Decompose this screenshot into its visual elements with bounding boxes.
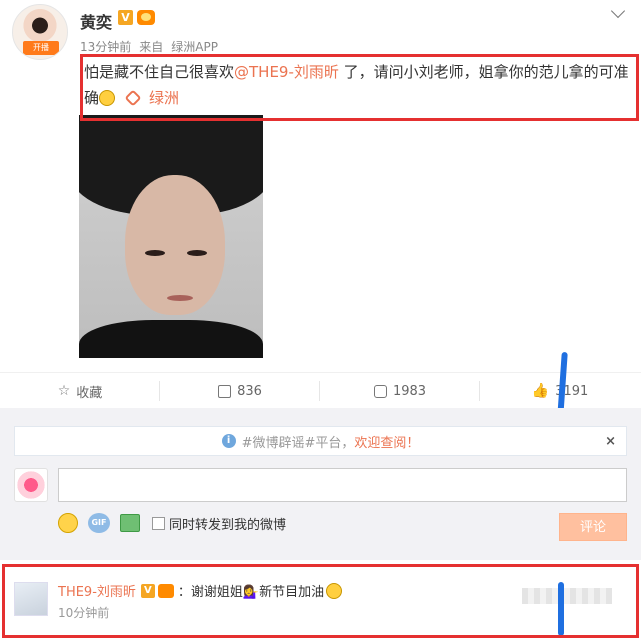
source-prefix: 来自 — [139, 40, 164, 54]
repost-count: 836 — [237, 383, 262, 399]
gif-icon[interactable]: GIF — [88, 513, 110, 533]
vip-icon — [157, 583, 174, 598]
notice-text: #微博辟谣#平台， — [241, 435, 355, 451]
comment-tools: GIF 同时转发到我的微博 — [58, 513, 286, 533]
link-icon — [124, 89, 142, 107]
reply-avatar[interactable] — [14, 582, 48, 616]
my-avatar — [14, 468, 48, 502]
blurred-area — [522, 588, 612, 604]
reply-line: THE9-刘雨昕 V ：谢谢姐姐💁‍♀️新节目加油 — [58, 581, 343, 600]
notice-link[interactable]: 欢迎查阅！ — [354, 432, 419, 451]
rumor-notice: i #微博辟谣#平台， 欢迎查阅！ × — [14, 426, 627, 456]
source-app[interactable]: 绿洲APP — [171, 40, 218, 54]
author-name[interactable]: 黄奕 — [80, 9, 112, 33]
comment-panel: i #微博辟谣#平台， 欢迎查阅！ × GIF 同时转发到我的微博 评论 — [0, 408, 641, 560]
repost-button[interactable]: 836 — [160, 373, 320, 409]
chevron-down-icon[interactable] — [610, 3, 626, 19]
comment-input[interactable] — [58, 468, 627, 502]
annotation-marker — [558, 582, 564, 636]
post-photo[interactable] — [79, 115, 263, 358]
reply-time: 10分钟前 — [58, 606, 110, 620]
repost-checkbox-label: 同时转发到我的微博 — [169, 517, 287, 533]
repost-icon — [218, 384, 232, 398]
thumbs-up-icon: 👍 — [531, 383, 550, 399]
star-icon: ☆ — [57, 383, 71, 399]
vip-icon — [137, 10, 155, 25]
favorite-button[interactable]: ☆ 收藏 — [0, 373, 160, 409]
submit-comment-button[interactable]: 评论 — [559, 513, 627, 541]
reply-author[interactable]: THE9-刘雨昕 — [58, 581, 136, 600]
grin-emoji-icon — [99, 90, 116, 106]
weibo-post: 开播 黄奕 V 13分钟前 来自 绿洲APP 怕是藏不住自己很喜欢@THE9-刘雨昕… — [0, 0, 641, 372]
info-icon: i — [221, 434, 236, 448]
repost-checkbox[interactable] — [152, 516, 165, 530]
action-bar: ☆ 收藏 836 1983 👍 3191 — [0, 372, 641, 408]
favorite-label: 收藏 — [76, 385, 103, 401]
reply-text: ：谢谢姐姐💁‍♀️新节目加油 — [177, 585, 325, 600]
emoji-picker-icon[interactable] — [58, 513, 78, 533]
verified-icon: V — [118, 10, 133, 25]
post-meta: 13分钟前 来自 绿洲APP — [80, 38, 218, 55]
smile-emoji-icon — [326, 582, 343, 599]
author-avatar[interactable]: 开播 — [12, 4, 68, 60]
comment-icon — [373, 384, 387, 398]
comment-button[interactable]: 1983 — [320, 373, 480, 409]
post-time[interactable]: 13分钟前 — [80, 40, 131, 54]
post-text-before: 怕是藏不住自己很喜欢 — [84, 63, 235, 81]
image-upload-icon[interactable] — [120, 514, 140, 532]
comment-count: 1983 — [392, 383, 427, 399]
close-icon[interactable]: × — [605, 434, 616, 449]
post-text: 怕是藏不住自己很喜欢@THE9-刘雨昕 了，请问小刘老师，姐拿你的范儿拿的可准确… — [84, 59, 632, 111]
live-badge: 开播 — [23, 41, 59, 55]
oasis-link[interactable]: 绿洲 — [149, 89, 179, 107]
verified-icon: V — [140, 583, 155, 598]
mention-link[interactable]: @THE9-刘雨昕 — [234, 63, 339, 81]
